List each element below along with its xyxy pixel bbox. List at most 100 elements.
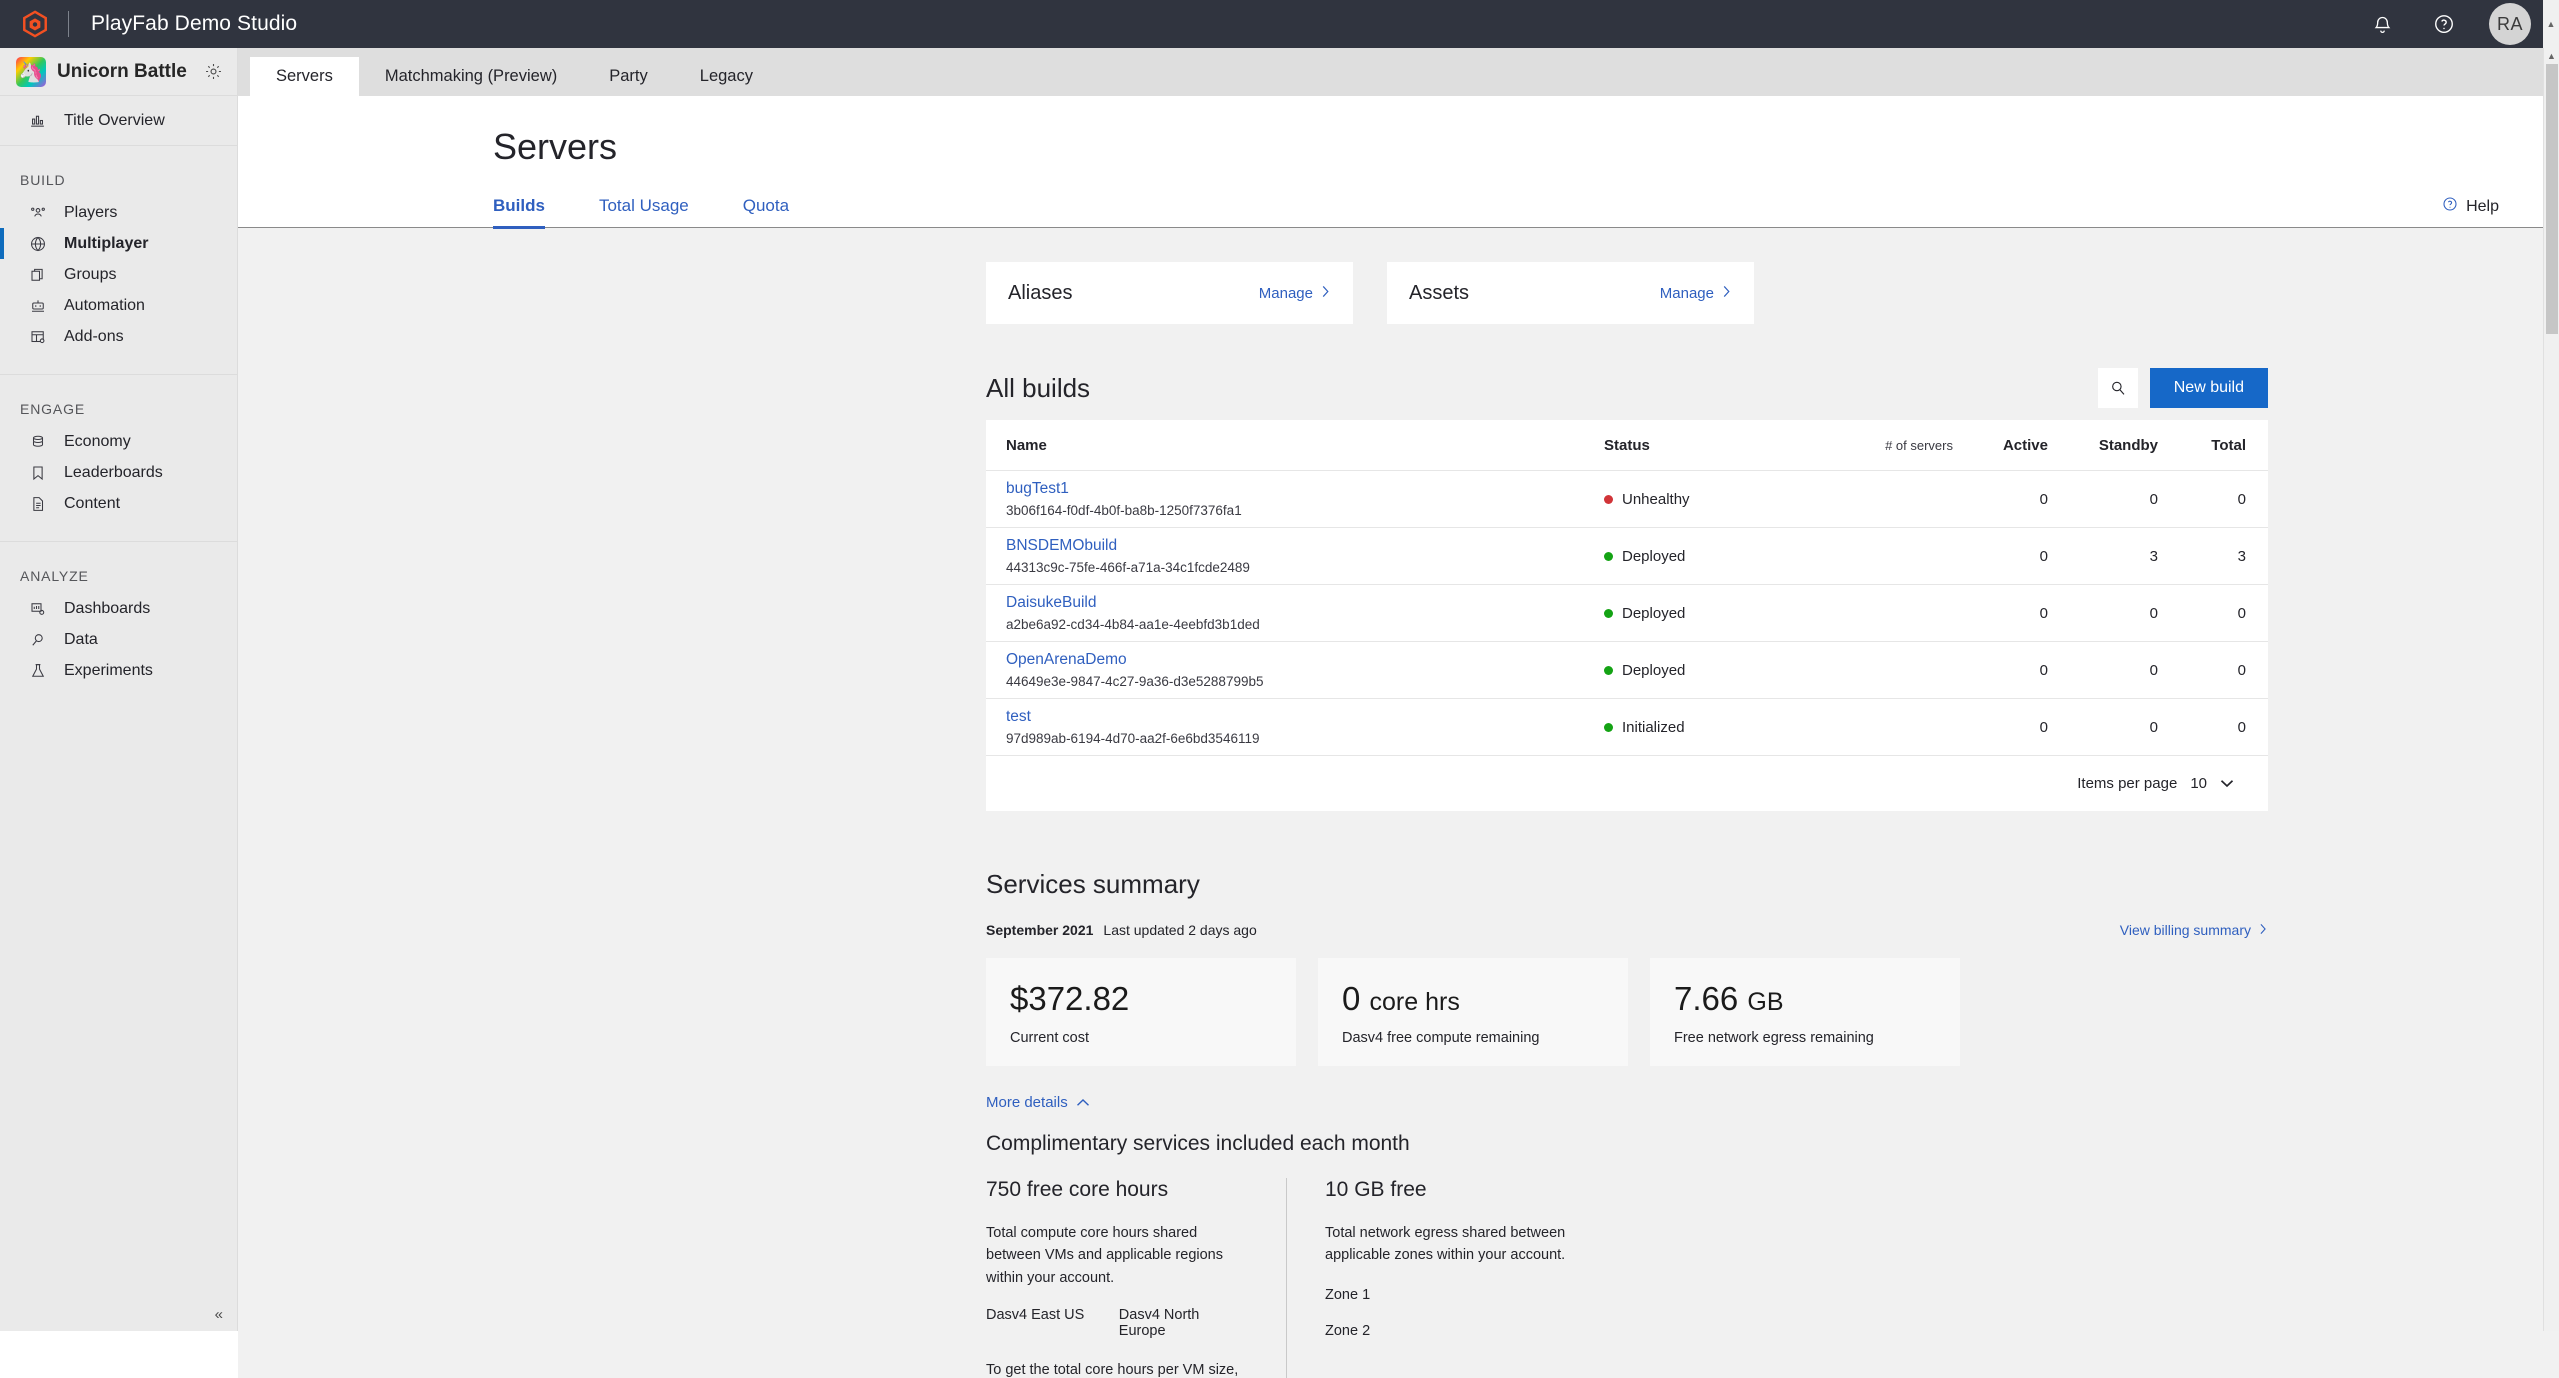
sidebar-item-label: Data [64,630,98,648]
scroll-up-arrow-icon[interactable]: ▲ [2544,48,2559,64]
total-count: 0 [2237,490,2246,508]
more-details-toggle[interactable]: More details [986,1094,1090,1111]
sidebar-item-label: Automation [64,296,145,314]
tab-servers[interactable]: Servers [250,57,359,96]
playfab-hex-logo-icon[interactable] [18,7,52,41]
build-name-link[interactable]: DaisukeBuild [1006,594,1604,612]
build-name-link[interactable]: OpenArenaDemo [1006,651,1604,669]
globe-icon [28,234,47,253]
sidebar-item-label: Title Overview [64,111,165,129]
assets-card: Assets Manage [1387,262,1754,324]
sidebar-item-label: Add-ons [64,327,124,345]
tab-total-usage[interactable]: Total Usage [599,184,689,228]
chevron-down-icon[interactable] [2220,779,2234,788]
column-header-servers: # of servers [1885,437,1953,453]
all-builds-header: All builds New build [986,368,2268,408]
stat-unit: core hrs [1369,988,1460,1016]
search-icon[interactable] [2097,368,2138,408]
column-header-standby[interactable]: Standby [2048,437,2158,454]
active-count: 0 [2039,547,2048,565]
tab-legacy[interactable]: Legacy [674,57,779,96]
help-button[interactable]: Help [2442,196,2499,217]
region-north-europe: Dasv4 North Europe [1118,1307,1200,1340]
build-name-link[interactable]: test [1006,708,1604,726]
sidebar-item-label: Content [64,494,121,512]
stat-unit: GB [1747,988,1784,1016]
sidebar-item-players[interactable]: Players [0,197,237,228]
secondary-tabs: Builds Total Usage Quota Help [238,184,2559,229]
sidebar-item-content[interactable]: Content [0,488,237,519]
build-name-link[interactable]: BNSDEMObuild [1006,537,1604,555]
builds-table: Name Status # of servers Active Standby … [986,420,2268,811]
tab-builds[interactable]: Builds [493,184,545,229]
standby-count: 0 [2149,604,2158,622]
document-icon [28,494,47,513]
view-billing-summary-link[interactable]: View billing summary [2120,922,2268,938]
question-circle-icon[interactable] [2427,7,2461,41]
region-east-us: Dasv4 East US [986,1307,1085,1324]
chevron-double-left-icon[interactable]: « [215,1306,223,1323]
build-id: a2be6a92-cd34-4b84-aa1e-4eebfd3b1ded [1006,617,1260,632]
sidebar-item-multiplayer[interactable]: Multiplayer [0,228,237,259]
sidebar-item-label: Experiments [64,661,153,679]
status-dot-icon [1604,722,1613,732]
sidebar-item-leaderboards[interactable]: Leaderboards [0,457,237,488]
build-name-link[interactable]: bugTest1 [1006,480,1604,498]
column-header-name[interactable]: Name [1006,437,1604,454]
table-row[interactable]: OpenArenaDemo 44649e3e-9847-4c27-9a36-d3… [986,641,2268,698]
sidebar-item-label: Economy [64,432,131,450]
sidebar-item-data[interactable]: Data [0,624,237,655]
sidebar-item-dashboards[interactable]: Dashboards [0,593,237,624]
sidebar-item-economy[interactable]: Economy [0,426,237,457]
sidebar-item-automation[interactable]: Automation [0,290,237,321]
status-label: Initialized [1622,718,1685,736]
table-row[interactable]: test 97d989ab-6194-4d70-aa2f-6e6bd354611… [986,698,2268,755]
table-header-row: Name Status # of servers Active Standby … [986,420,2268,470]
database-icon [28,432,47,451]
all-builds-title: All builds [986,372,1091,403]
stat-card-current-cost: $372.82 Current cost [986,958,1296,1066]
tab-party[interactable]: Party [583,57,674,96]
assets-manage-link[interactable]: Manage [1660,285,1732,302]
sidebar-item-addons[interactable]: Add-ons [0,321,237,352]
tab-quota[interactable]: Quota [743,184,789,228]
column-header-total[interactable]: Total [2158,437,2246,454]
status-dot-icon [1604,608,1613,618]
column-header-status[interactable]: Status [1604,437,1813,454]
scroll-up-arrow[interactable]: ▲ [2543,0,2559,48]
total-count: 3 [2237,547,2246,565]
tab-matchmaking[interactable]: Matchmaking (Preview) [359,57,583,96]
page-scrollbar[interactable]: ▲ [2543,48,2559,1331]
assets-title: Assets [1409,281,1470,304]
more-details-label: More details [986,1094,1068,1111]
aliases-manage-link[interactable]: Manage [1259,285,1331,302]
stat-value: 7.66 [1674,980,1739,1017]
standby-count: 0 [2149,490,2158,508]
chevron-up-icon [1076,1094,1090,1111]
items-per-page-label: Items per page [2077,775,2178,792]
chevron-right-icon [2258,922,2268,938]
new-build-button[interactable]: New build [2149,368,2268,408]
gear-icon[interactable] [204,62,223,81]
sidebar-item-experiments[interactable]: Experiments [0,655,237,686]
sidebar-section-analyze: ANALYZE [20,568,89,584]
standby-count: 0 [2149,661,2158,679]
complimentary-column-core-hours: 750 free core hours Total compute core h… [986,1178,1286,1378]
table-row[interactable]: BNSDEMObuild 44313c9c-75fe-466f-a71a-34c… [986,527,2268,584]
summary-cards: Aliases Manage Assets Manage [986,262,2268,324]
column-header-active[interactable]: Active [1953,437,2048,454]
sidebar-item-groups[interactable]: Groups [0,259,237,290]
table-row[interactable]: bugTest1 3b06f164-f0df-4b0f-ba8b-1250f73… [986,470,2268,527]
standby-count: 0 [2149,718,2158,736]
complimentary-services-title: Complimentary services included each mon… [986,1132,1410,1155]
column-heading: 750 free core hours [986,1178,1169,1201]
primary-tabs: Servers Matchmaking (Preview) Party Lega… [238,48,2559,96]
table-row[interactable]: DaisukeBuild a2be6a92-cd34-4b84-aa1e-4ee… [986,584,2268,641]
scrollbar-thumb[interactable] [2546,64,2558,334]
flask-icon [28,661,47,680]
bell-icon[interactable] [2365,7,2399,41]
total-count: 0 [2237,661,2246,679]
avatar[interactable]: RA [2489,3,2531,45]
sidebar-section-build: BUILD [20,172,66,188]
sidebar-item-title-overview[interactable]: Title Overview [0,96,237,146]
